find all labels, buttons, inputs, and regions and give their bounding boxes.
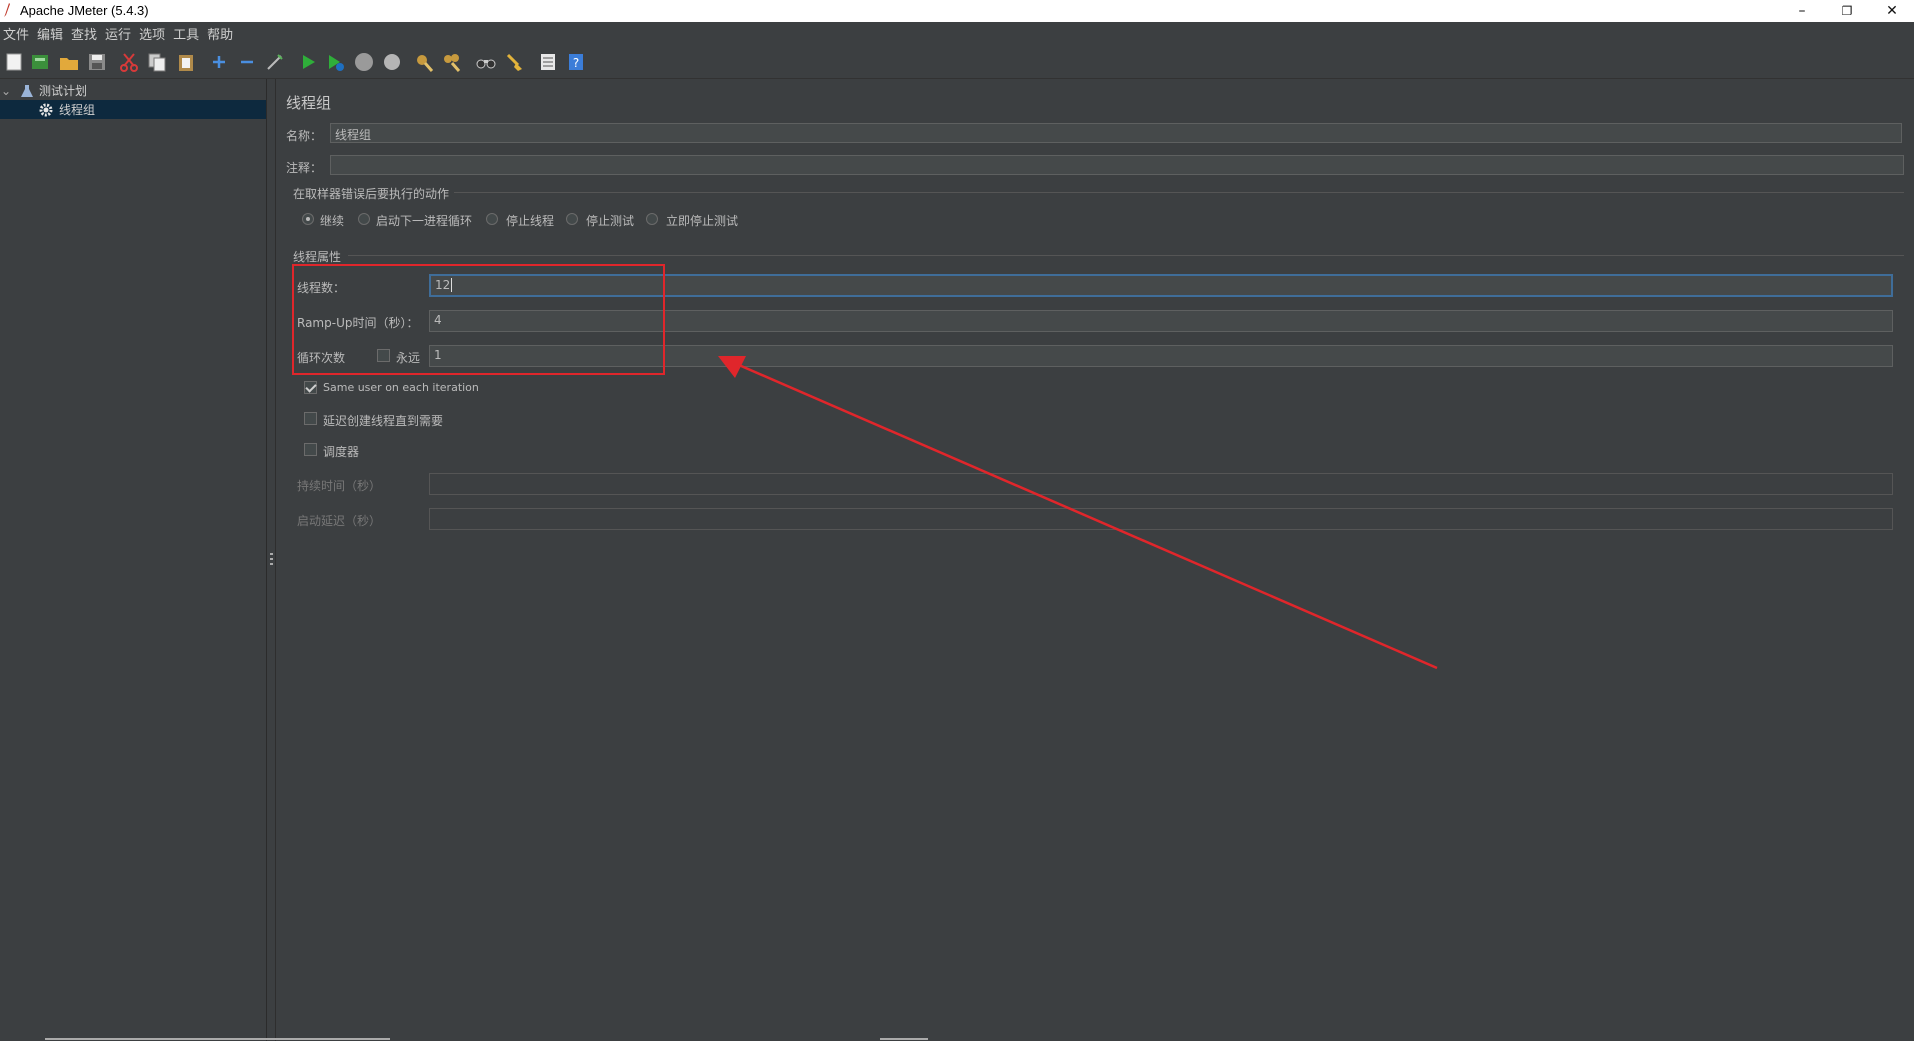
delay-create-checkbox[interactable] bbox=[304, 412, 317, 425]
collapse-button[interactable] bbox=[235, 50, 259, 74]
binoculars-icon bbox=[476, 59, 496, 69]
toggle-button[interactable] bbox=[263, 50, 287, 74]
restore-button[interactable]: ❐ bbox=[1825, 0, 1869, 22]
new-file-icon bbox=[6, 53, 22, 71]
tree-item-thread-group[interactable]: 线程组 bbox=[0, 100, 266, 119]
copy-button[interactable] bbox=[145, 50, 169, 74]
shutdown-icon bbox=[384, 54, 400, 70]
minimize-button[interactable]: – bbox=[1780, 0, 1824, 22]
menu-file[interactable]: 文件 bbox=[0, 24, 34, 43]
window-title: Apache JMeter (5.4.3) bbox=[20, 3, 149, 18]
menu-help[interactable]: 帮助 bbox=[204, 24, 238, 43]
plus-icon bbox=[213, 56, 225, 68]
svg-text:?: ? bbox=[573, 56, 579, 70]
function-helper-button[interactable] bbox=[536, 50, 560, 74]
comment-field[interactable] bbox=[330, 155, 1904, 175]
broom-gears-icon bbox=[444, 54, 461, 72]
list-icon bbox=[541, 54, 555, 70]
same-user-label: Same user on each iteration bbox=[323, 381, 479, 394]
comment-label: 注释： bbox=[286, 161, 323, 175]
radio-continue-label: 继续 bbox=[320, 214, 345, 228]
radio-start-next-loop-label: 启动下一进程循环 bbox=[376, 214, 473, 228]
save-button[interactable] bbox=[85, 50, 109, 74]
clear-button[interactable] bbox=[412, 50, 436, 74]
clipboard-icon bbox=[179, 55, 193, 71]
annotation-highlight-box bbox=[292, 264, 665, 375]
templates-icon bbox=[32, 55, 48, 69]
open-button[interactable] bbox=[57, 50, 81, 74]
same-user-checkbox[interactable] bbox=[304, 381, 317, 394]
delay-create-label: 延迟创建线程直到需要 bbox=[323, 414, 444, 428]
start-button[interactable] bbox=[296, 50, 320, 74]
toggle-wand-icon bbox=[267, 54, 283, 70]
duration-label: 持续时间（秒） bbox=[297, 479, 382, 493]
scheduler-label: 调度器 bbox=[323, 445, 360, 459]
duration-field bbox=[429, 473, 1893, 495]
name-label: 名称： bbox=[286, 129, 323, 143]
radio-stop-test-now[interactable] bbox=[646, 213, 658, 225]
gear-icon bbox=[39, 103, 53, 116]
expand-button[interactable] bbox=[207, 50, 231, 74]
minus-icon bbox=[241, 60, 253, 64]
tree-item-test-plan[interactable]: ⌄ 测试计划 bbox=[0, 81, 266, 100]
radio-stop-thread-label: 停止线程 bbox=[506, 214, 555, 228]
group-separator bbox=[348, 255, 1904, 256]
radio-continue[interactable] bbox=[302, 213, 314, 225]
close-button[interactable]: ✕ bbox=[1870, 0, 1914, 22]
cut-button[interactable] bbox=[117, 50, 141, 74]
panel-title: 线程组 bbox=[286, 94, 332, 112]
broom-gear-icon bbox=[417, 55, 434, 72]
help-icon: ? bbox=[569, 54, 583, 70]
radio-stop-thread[interactable] bbox=[486, 213, 498, 225]
startup-delay-label: 启动延迟（秒） bbox=[297, 514, 382, 528]
menu-bar: 文件 编辑 查找 运行 选项 工具 帮助 bbox=[0, 22, 1914, 44]
menu-search[interactable]: 查找 bbox=[68, 24, 102, 43]
shutdown-button[interactable] bbox=[380, 50, 404, 74]
radio-stop-test-label: 停止测试 bbox=[586, 214, 635, 228]
new-button[interactable] bbox=[2, 50, 26, 74]
tree-item-label: 线程组 bbox=[59, 103, 96, 117]
help-button[interactable]: ? bbox=[564, 50, 588, 74]
title-bar: Apache JMeter (5.4.3) – ❐ ✕ bbox=[0, 0, 1914, 22]
tree-item-label: 测试计划 bbox=[39, 84, 88, 98]
templates-button[interactable] bbox=[28, 50, 52, 74]
stop-button[interactable] bbox=[352, 50, 376, 74]
play-icon bbox=[303, 55, 315, 69]
toolbar: ? bbox=[0, 44, 1914, 79]
broom-icon bbox=[506, 53, 522, 71]
scheduler-checkbox[interactable] bbox=[304, 443, 317, 456]
left-scrollbar[interactable] bbox=[45, 1038, 390, 1040]
reset-search-button[interactable] bbox=[503, 50, 527, 74]
radio-stop-test-now-label: 立即停止测试 bbox=[666, 214, 739, 228]
scissors-icon bbox=[120, 53, 138, 72]
copy-icon bbox=[148, 53, 166, 72]
menu-edit[interactable]: 编辑 bbox=[34, 24, 68, 43]
clear-all-button[interactable] bbox=[440, 50, 464, 74]
radio-stop-test[interactable] bbox=[566, 213, 578, 225]
stop-icon bbox=[355, 53, 373, 71]
splitter-grip-icon[interactable] bbox=[270, 553, 273, 567]
menu-options[interactable]: 选项 bbox=[136, 24, 170, 43]
play-no-timers-icon bbox=[329, 55, 344, 71]
folder-open-icon bbox=[60, 58, 78, 70]
flask-icon bbox=[21, 84, 33, 97]
jmeter-feather-icon bbox=[4, 3, 10, 17]
save-icon bbox=[89, 54, 105, 70]
tree-expander[interactable]: ⌄ bbox=[1, 84, 15, 98]
startup-delay-field bbox=[429, 508, 1893, 530]
main-scrollbar[interactable] bbox=[880, 1038, 928, 1040]
thread-props-heading: 线程属性 bbox=[293, 250, 342, 264]
paste-button[interactable] bbox=[174, 50, 198, 74]
menu-run[interactable]: 运行 bbox=[102, 24, 136, 43]
error-action-heading: 在取样器错误后要执行的动作 bbox=[293, 187, 450, 201]
name-field[interactable]: 线程组 bbox=[330, 123, 1902, 143]
menu-tools[interactable]: 工具 bbox=[170, 24, 204, 43]
thread-group-panel: 线程组 名称： 线程组 注释： 在取样器错误后要执行的动作 继续 启动下一进程循… bbox=[276, 79, 1914, 1041]
group-separator bbox=[454, 192, 1904, 193]
start-no-pauses-button[interactable] bbox=[323, 50, 347, 74]
test-plan-tree: ⌄ 测试计划 线程组 bbox=[0, 79, 267, 1041]
radio-start-next-loop[interactable] bbox=[358, 213, 370, 225]
search-button[interactable] bbox=[474, 50, 498, 74]
